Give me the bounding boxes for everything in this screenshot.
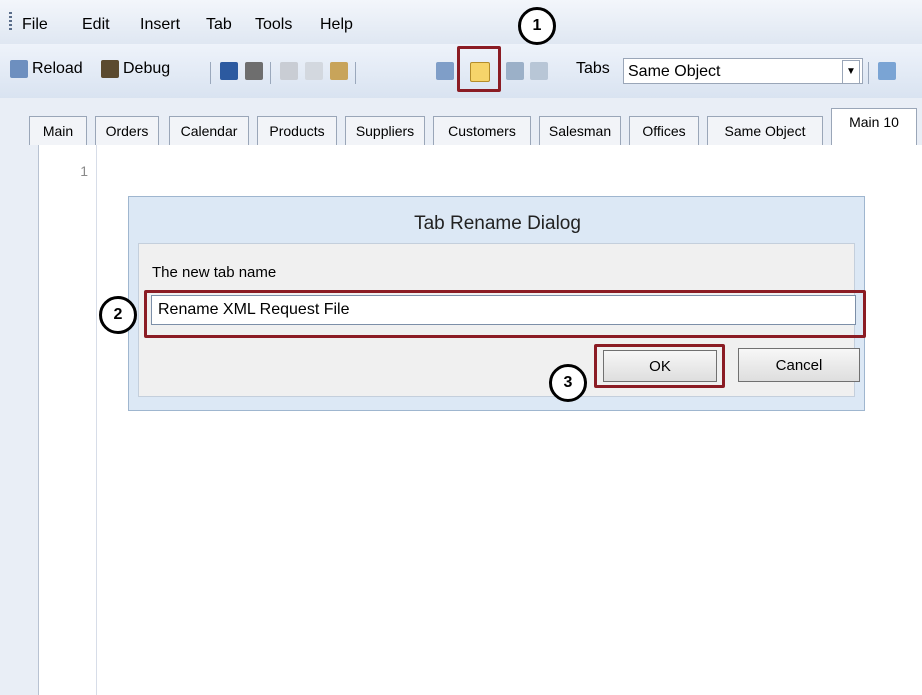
line-number: 1 <box>80 163 88 179</box>
step-badge-1: 1 <box>518 7 556 45</box>
line-number-gutter: 1 <box>39 145 97 695</box>
tab-calendar[interactable]: Calendar <box>169 116 249 145</box>
cut-icon[interactable] <box>280 62 298 80</box>
rename-tab-highlight <box>457 46 501 92</box>
menu-tab[interactable]: Tab <box>206 16 232 34</box>
menu-insert[interactable]: Insert <box>140 16 180 34</box>
tab-strip: Main Orders Calendar Products Suppliers … <box>25 108 922 146</box>
ok-button[interactable]: OK <box>603 350 717 382</box>
tab-salesman[interactable]: Salesman <box>539 116 621 145</box>
step-badge-3: 3 <box>549 364 587 402</box>
tab-products[interactable]: Products <box>257 116 337 145</box>
tab-offices[interactable]: Offices <box>629 116 699 145</box>
menu-grip-handle[interactable] <box>9 12 12 32</box>
menu-bar: File Edit Insert Tab Tools Help <box>0 0 922 44</box>
input-highlight <box>144 290 866 338</box>
tab-orders[interactable]: Orders <box>95 116 159 145</box>
debug-icon <box>101 60 119 78</box>
next-tab-icon[interactable] <box>530 62 548 80</box>
paste-icon[interactable] <box>330 62 348 80</box>
tab-suppliers[interactable]: Suppliers <box>345 116 425 145</box>
tab-main[interactable]: Main <box>29 116 87 145</box>
tab-customers[interactable]: Customers <box>433 116 531 145</box>
debug-button[interactable]: Debug <box>101 60 170 78</box>
chevron-down-icon[interactable]: ▼ <box>842 60 860 84</box>
prev-tab-icon[interactable] <box>506 62 524 80</box>
reload-label: Reload <box>32 60 83 77</box>
toolbar-separator <box>868 62 869 84</box>
dialog-title: Tab Rename Dialog <box>414 213 581 234</box>
tabs-label: Tabs <box>576 60 610 77</box>
reload-button[interactable]: Reload <box>10 60 83 78</box>
toolbar-separator <box>355 62 356 84</box>
tree-icon[interactable] <box>878 62 896 80</box>
tabs-select[interactable]: Same Object <box>623 58 863 84</box>
debug-label: Debug <box>123 60 171 77</box>
find-icon[interactable] <box>436 62 454 80</box>
toolbar-separator <box>270 62 271 84</box>
cancel-button[interactable]: Cancel <box>738 348 860 382</box>
print-icon[interactable] <box>245 62 263 80</box>
tab-same-object[interactable]: Same Object <box>707 116 823 145</box>
step-badge-2: 2 <box>99 296 137 334</box>
toolbar-separator <box>210 62 211 84</box>
menu-tools[interactable]: Tools <box>255 16 292 34</box>
copy-icon[interactable] <box>305 62 323 80</box>
reload-icon <box>10 60 28 78</box>
tab-main-10[interactable]: Main 10 <box>831 108 917 146</box>
save-icon[interactable] <box>220 62 238 80</box>
tabs-select-value: Same Object <box>628 63 721 80</box>
menu-edit[interactable]: Edit <box>82 16 110 34</box>
new-tab-name-label: The new tab name <box>152 264 277 281</box>
menu-file[interactable]: File <box>22 16 48 34</box>
menu-help[interactable]: Help <box>320 16 353 34</box>
